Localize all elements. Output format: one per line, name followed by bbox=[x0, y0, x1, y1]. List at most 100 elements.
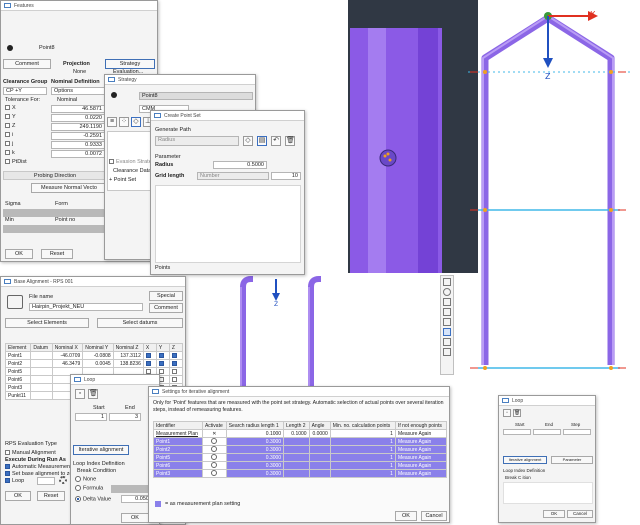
column-header[interactable]: Datum bbox=[30, 343, 53, 352]
table-row[interactable]: Point2 0.3000 1 Measure Again bbox=[153, 445, 448, 454]
special-button[interactable]: Special bbox=[149, 291, 183, 301]
activate-checkbox[interactable]: ✕ bbox=[201, 429, 227, 438]
cancel-button[interactable]: Cancel bbox=[421, 511, 447, 521]
loop-checkbox[interactable]: Loop bbox=[5, 478, 24, 484]
view-tool-icon[interactable] bbox=[443, 308, 451, 316]
nominal-value-input[interactable]: 0.9333 bbox=[51, 141, 105, 149]
tree-item-evasion[interactable]: Evasion Strate bbox=[109, 159, 152, 165]
points-icon[interactable]: ⁘ bbox=[119, 117, 129, 127]
column-header[interactable]: Element bbox=[4, 343, 32, 352]
axis-checkbox[interactable] bbox=[168, 367, 184, 376]
delta-value-radio[interactable]: Delta Value bbox=[75, 496, 111, 502]
nominal-value-input[interactable]: 46.5871 bbox=[51, 105, 105, 113]
view-tool-icon[interactable] bbox=[443, 288, 451, 296]
start-input[interactable] bbox=[503, 429, 531, 435]
none-radio[interactable]: None bbox=[75, 476, 96, 482]
view-tool-icon[interactable] bbox=[443, 348, 451, 356]
nominal-value-input[interactable]: 249.1190 bbox=[51, 123, 105, 131]
nominal-value-input[interactable]: -0.2591 bbox=[51, 132, 105, 140]
view-tool-icon[interactable] bbox=[443, 318, 451, 326]
tolerance-checkbox[interactable]: X bbox=[5, 105, 16, 111]
column-header[interactable]: Nominal Z bbox=[112, 343, 144, 352]
clearance-group-select[interactable]: CP +Y bbox=[3, 87, 47, 95]
cad-viewport-bottom[interactable]: Z bbox=[186, 275, 440, 390]
automatic-measurement-checkbox[interactable]: Automatic Measurement bbox=[5, 464, 72, 470]
tolerance-checkbox[interactable]: Y bbox=[5, 114, 16, 120]
tab-strategy[interactable]: Strategy bbox=[105, 59, 155, 69]
table-row[interactable]: Point1 0.3000 1 Measure Again bbox=[153, 437, 448, 446]
measure-normal-button[interactable]: Measure Normal Vecto bbox=[31, 183, 107, 193]
tree-item-clearance[interactable]: Clearance Data bbox=[113, 168, 151, 174]
view-tool-icon[interactable] bbox=[443, 328, 451, 336]
tolerance-checkbox[interactable]: k bbox=[5, 150, 15, 156]
end-input[interactable]: 3 bbox=[109, 413, 141, 421]
select-elements-button[interactable]: Select Elements bbox=[5, 318, 89, 328]
ok-button[interactable]: OK bbox=[395, 511, 417, 521]
delete-icon[interactable]: 🗑 bbox=[285, 136, 295, 146]
select-datums-button[interactable]: Select datums bbox=[97, 318, 183, 328]
column-header[interactable]: Z bbox=[168, 343, 184, 352]
activate-radio[interactable] bbox=[201, 445, 227, 454]
reset-button[interactable]: Reset bbox=[41, 249, 73, 259]
delete-icon[interactable]: 🗑 bbox=[513, 409, 521, 417]
ptdist-checkbox[interactable]: PtDist bbox=[5, 159, 27, 165]
gear-icon[interactable] bbox=[59, 476, 67, 484]
tab-comment[interactable]: Comment bbox=[3, 59, 51, 69]
loop-count-input[interactable] bbox=[37, 477, 55, 485]
ok-button[interactable]: OK bbox=[121, 513, 149, 523]
table-row[interactable]: Point5 0.3000 1 Measure Again bbox=[153, 453, 448, 462]
tab-projection[interactable]: Projection bbox=[63, 61, 90, 67]
pointset-icon[interactable]: ◇ bbox=[131, 117, 141, 127]
ok-button[interactable]: OK bbox=[5, 491, 31, 501]
comment-button[interactable]: Comment bbox=[149, 303, 183, 313]
view-tool-icon[interactable] bbox=[443, 298, 451, 306]
column-header[interactable]: Nominal X bbox=[51, 343, 84, 352]
ok-button[interactable]: OK bbox=[5, 249, 33, 259]
radius-input[interactable]: 0.5000 bbox=[213, 161, 267, 169]
activate-radio[interactable] bbox=[201, 461, 227, 470]
measurement-plan-row[interactable]: Measurement Plan ✕ 0.1000 0.1000 0.0000 1 Meas… bbox=[153, 429, 448, 438]
column-header[interactable]: Y bbox=[155, 343, 170, 352]
file-name-input[interactable]: Hairpin_Projekt_NEU bbox=[29, 303, 143, 311]
tolerance-checkbox[interactable]: i bbox=[5, 132, 13, 138]
table-icon[interactable]: ▤ bbox=[257, 136, 267, 146]
grid-value-input[interactable]: 10 bbox=[271, 172, 301, 180]
nominal-value-input[interactable]: 0.0072 bbox=[51, 150, 105, 158]
activate-radio[interactable] bbox=[201, 437, 227, 446]
delete-icon[interactable]: 🗑 bbox=[88, 389, 98, 399]
column-header[interactable]: X bbox=[142, 343, 157, 352]
pointset-shape-icon[interactable]: ◇ bbox=[243, 136, 253, 146]
parameter-button[interactable]: Parameter bbox=[551, 456, 593, 464]
column-header[interactable]: Nominal Y bbox=[82, 343, 114, 352]
axis-checkbox[interactable] bbox=[168, 359, 184, 368]
new-file-icon[interactable]: ▫ bbox=[503, 409, 511, 417]
axis-checkbox[interactable] bbox=[168, 351, 184, 360]
table-row[interactable]: Point2 46.3479 0.0045 138.8236 bbox=[4, 359, 184, 368]
step-input[interactable] bbox=[563, 429, 591, 435]
activate-radio[interactable] bbox=[201, 453, 227, 462]
start-input[interactable]: 1 bbox=[75, 413, 107, 421]
tolerance-checkbox[interactable]: Z bbox=[5, 123, 15, 129]
path-type-select[interactable]: Radius bbox=[155, 136, 239, 146]
nominal-value-input[interactable]: 0.0220 bbox=[51, 114, 105, 122]
view-tool-icon[interactable] bbox=[443, 338, 451, 346]
iterative-alignment-button[interactable]: Iterative alignment bbox=[503, 456, 547, 464]
list-icon[interactable]: ≡ bbox=[107, 117, 117, 127]
cancel-button[interactable]: Cancel bbox=[567, 510, 593, 518]
table-row[interactable]: Point1 -46.0709 -0.0808 137.3112 bbox=[4, 351, 184, 360]
activate-radio[interactable] bbox=[201, 469, 227, 478]
tolerance-checkbox[interactable]: j bbox=[5, 141, 13, 147]
ok-button[interactable]: OK bbox=[543, 510, 565, 518]
reset-button[interactable]: Reset bbox=[37, 491, 65, 501]
axis-checkbox[interactable] bbox=[142, 359, 157, 368]
table-row[interactable]: Point3 0.3000 1 Measure Again bbox=[153, 469, 448, 478]
axis-checkbox[interactable] bbox=[168, 375, 184, 384]
formula-radio[interactable]: Formula bbox=[75, 485, 103, 491]
axis-checkbox[interactable] bbox=[155, 351, 170, 360]
nominal-def-select[interactable]: Options bbox=[51, 87, 105, 95]
manual-alignment-checkbox[interactable]: Manual Alignment bbox=[5, 450, 56, 456]
new-file-icon[interactable]: ▫ bbox=[75, 389, 85, 399]
end-input[interactable] bbox=[533, 429, 561, 435]
axis-checkbox[interactable] bbox=[142, 351, 157, 360]
axis-checkbox[interactable] bbox=[155, 359, 170, 368]
